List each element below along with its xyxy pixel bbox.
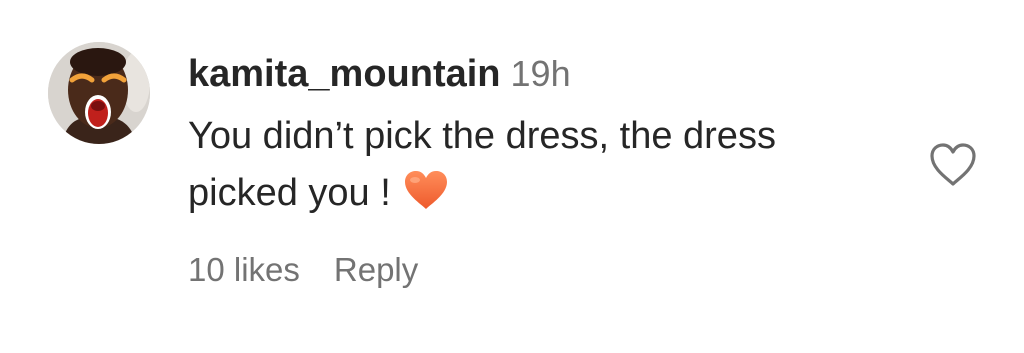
likes-count-link[interactable]: 10 likes — [188, 251, 300, 288]
orange-heart-emoji-icon — [403, 169, 449, 228]
username[interactable]: kamita_mountain — [188, 53, 501, 95]
reply-button[interactable]: Reply — [334, 251, 418, 288]
timestamp: 19h — [510, 53, 571, 94]
comment-text-line-1: You didn’t pick the dress, the dress — [188, 115, 776, 157]
comment-text: You didn’t pick the dress, the dress pic… — [188, 108, 888, 228]
comment-header: kamita_mountain 19h — [188, 50, 571, 106]
avatar-image — [48, 42, 150, 144]
comment-text-line-2-wrap: picked you ! — [188, 165, 888, 228]
comment-actions: 10 likes Reply — [188, 246, 418, 294]
heart-outline-icon[interactable] — [926, 140, 980, 190]
comment-item: kamita_mountain 19h You didn’t pick the d… — [0, 0, 1024, 353]
comment-text-line-2: picked you ! — [188, 172, 391, 214]
avatar[interactable] — [48, 42, 150, 144]
